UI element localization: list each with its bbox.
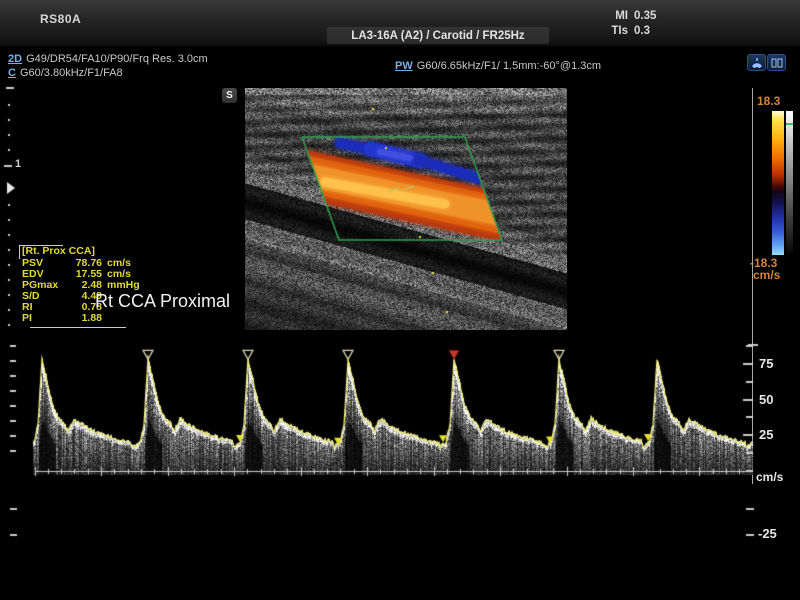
color-doppler-bar [772,111,784,255]
b-mode-tag[interactable]: 2D [8,53,22,65]
measurement-row-pi: PI1.88 [22,313,140,324]
b-mode-text: G49/DR54/FA10/P90/Frq Res. 3.0cm [26,53,208,65]
color-mode-tag[interactable]: C [8,67,16,79]
system-model-label: RS80A [40,12,81,26]
tis-indicator: TIs 0.3 [600,25,680,37]
mi-value: 0.35 [634,10,656,22]
mi-label: MI [600,10,628,22]
velocity-unit: cm/s [756,470,783,484]
mi-indicator: MI 0.35 [600,10,680,22]
velocity-tick-75: 75 [759,356,773,371]
color-scale-max: 18.3 [757,94,780,108]
header-bar: RS80A LA3-16A (A2) / Carotid / FR25Hz MI… [0,0,800,48]
panel-frame-bottom [30,327,126,328]
measurement-panel: [Rt. Prox CCA] PSV78.76cm/s EDV17.55cm/s… [22,246,140,324]
pw-mode-text: G60/6.65kHz/F1/ 1.5mm:-60°@1.3cm [417,60,601,72]
dual-live-icon[interactable] [767,54,786,71]
ultrasound-screen: RS80A LA3-16A (A2) / Carotid / FR25Hz MI… [0,0,800,600]
velocity-tick-50: 50 [759,392,773,407]
bmode-image [245,88,567,330]
pw-mode-tag[interactable]: PW [395,60,413,72]
panel-frame-left [19,245,20,259]
tis-label: TIs [600,25,628,37]
probe-icon[interactable] [747,54,766,71]
spectral-doppler [0,333,800,548]
color-scale-unit: cm/s [753,268,780,282]
grayscale-marker [786,123,793,125]
annotation-text[interactable]: Rt CCA Proximal [95,291,230,312]
pw-mode-params: PW G60/6.65kHz/F1/ 1.5mm:-60°@1.3cm [395,60,601,72]
b-mode-params: 2D G49/DR54/FA10/P90/Frq Res. 3.0cm [8,53,208,65]
tis-value: 0.3 [634,25,650,37]
color-mode-text: G60/3.80kHz/F1/FA8 [20,67,123,79]
velocity-tick-neg25: -25 [758,526,777,541]
depth-marker-label: 1 [15,158,21,170]
probe-preset-button[interactable]: LA3-16A (A2) / Carotid / FR25Hz [327,27,549,44]
color-mode-params: C G60/3.80kHz/F1/FA8 [8,67,123,79]
measurement-title: [Rt. Prox CCA] [22,246,140,257]
probe-preset-label: LA3-16A (A2) / Carotid / FR25Hz [351,30,524,42]
velocity-tick-25: 25 [759,427,773,442]
orientation-marker: S [222,88,237,103]
grayscale-bar [786,111,793,255]
